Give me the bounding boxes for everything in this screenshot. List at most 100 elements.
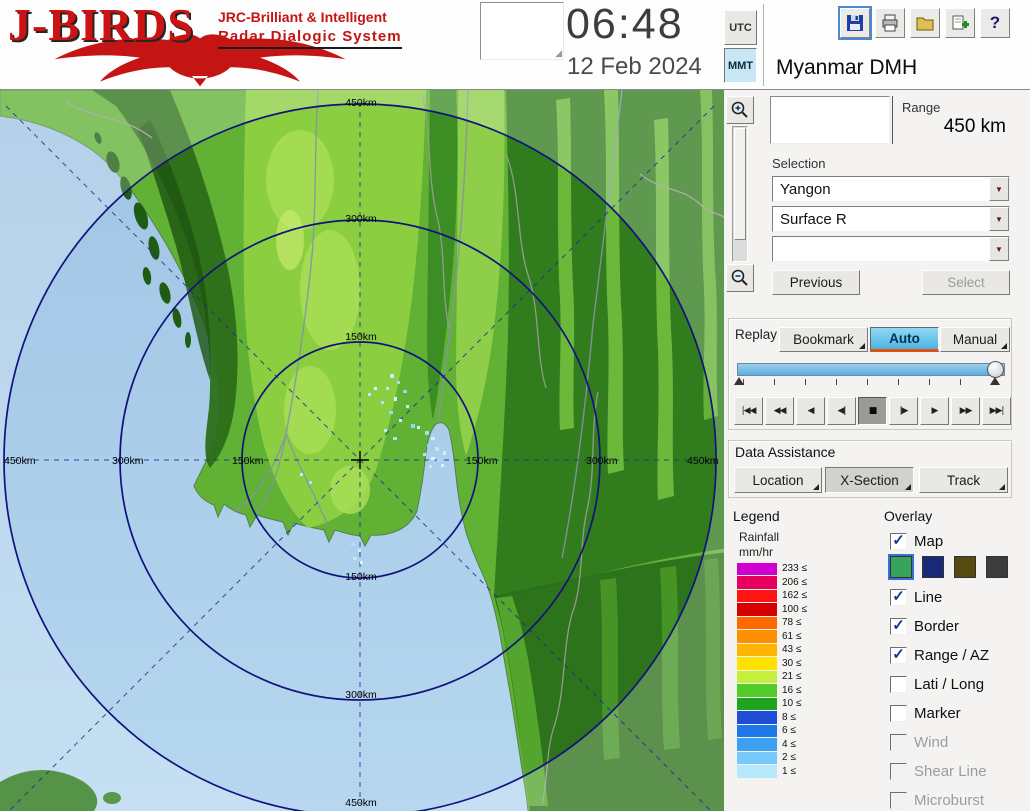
checkbox[interactable]: [890, 676, 907, 693]
range-label: 450km: [4, 455, 36, 467]
open-button[interactable]: [910, 8, 940, 38]
replay-timeline-track[interactable]: [737, 363, 1005, 376]
timeline-tick: [898, 379, 899, 385]
print-icon: [880, 13, 900, 33]
legend-color: [737, 603, 777, 616]
range-value: 450 km: [890, 116, 1006, 138]
zoom-in-icon: [730, 100, 750, 120]
logo-subtitle-2: Radar Dialogic System: [218, 28, 402, 50]
range-label: Range: [902, 100, 940, 115]
timeline-end-marker: [990, 377, 1000, 385]
checkbox[interactable]: [890, 705, 907, 722]
map-color-swatch-4[interactable]: [986, 556, 1008, 578]
overlay-item-map[interactable]: ✓ Map: [890, 530, 943, 552]
site-select[interactable]: Yangon ▼: [772, 176, 1010, 202]
checkbox[interactable]: ✓: [890, 533, 907, 550]
replay-group: Replay Bookmark Auto Manual |◀◀ ◀◀ ◀ ◀| …: [728, 318, 1012, 430]
save-button[interactable]: [840, 8, 870, 38]
legend-title: Legend: [733, 508, 780, 524]
legend-color: [737, 671, 777, 684]
select-button[interactable]: Select: [922, 270, 1010, 295]
help-icon: ?: [990, 13, 1000, 33]
chevron-down-icon[interactable]: ▼: [989, 237, 1009, 261]
zoom-in-button[interactable]: [726, 96, 754, 124]
timeline-tick: [960, 379, 961, 385]
zoom-slider-track[interactable]: [732, 126, 748, 262]
checkbox[interactable]: ✓: [890, 589, 907, 606]
legend-entry: 206 ≤: [737, 576, 807, 590]
map-color-swatch-3[interactable]: [954, 556, 976, 578]
legend-entry: 4 ≤: [737, 738, 807, 752]
product-select[interactable]: Surface R ▼: [772, 206, 1010, 232]
legend-color: [737, 657, 777, 670]
legend-entry: 16 ≤: [737, 684, 807, 698]
media-fast-forward-button[interactable]: ▶▶: [951, 397, 980, 425]
legend-color: [737, 738, 777, 751]
legend-color: [737, 752, 777, 765]
previous-button[interactable]: Previous: [772, 270, 860, 295]
range-label: 150km: [466, 455, 498, 467]
legend-entry: 162 ≤: [737, 589, 807, 603]
legend-entry: 6 ≤: [737, 724, 807, 738]
chevron-down-icon[interactable]: ▼: [989, 177, 1009, 201]
media-step-forward-button[interactable]: |▶: [889, 397, 918, 425]
manual-button[interactable]: Manual: [940, 327, 1010, 352]
selection-label: Selection: [772, 156, 825, 171]
chevron-down-icon[interactable]: ▼: [989, 207, 1009, 231]
legend-color: [737, 765, 777, 778]
station-name: Myanmar DMH: [776, 56, 917, 80]
overlay-item-lati-long[interactable]: Lati / Long: [890, 673, 984, 695]
replay-timeline-thumb[interactable]: [987, 361, 1004, 378]
legend-color: [737, 725, 777, 738]
help-button[interactable]: ?: [980, 8, 1010, 38]
legend-color: [737, 563, 777, 576]
zoom-slider-thumb[interactable]: [734, 128, 746, 240]
option-select[interactable]: ▼: [772, 236, 1010, 262]
x-section-button[interactable]: X-Section: [825, 467, 914, 493]
checkbox[interactable]: ✓: [890, 647, 907, 664]
checkbox: [890, 792, 907, 809]
overlay-item-line[interactable]: ✓ Line: [890, 586, 942, 608]
print-button[interactable]: [875, 8, 905, 38]
map-color-swatch-1[interactable]: [890, 556, 912, 578]
range-label: 150km: [232, 455, 264, 467]
media-step-back-button[interactable]: ◀|: [827, 397, 856, 425]
overlay-item-range-az[interactable]: ✓ Range / AZ: [890, 644, 989, 666]
legend-entry: 2 ≤: [737, 751, 807, 765]
save-icon: [845, 13, 865, 33]
radar-map-area[interactable]: 450km 300km 150km 150km 300km 450km 450k…: [0, 90, 724, 811]
auto-button[interactable]: Auto: [870, 327, 939, 352]
location-button[interactable]: Location: [734, 467, 822, 493]
zoom-out-button[interactable]: [726, 264, 754, 292]
media-skip-start-button[interactable]: |◀◀: [734, 397, 763, 425]
checkbox[interactable]: ✓: [890, 618, 907, 635]
overlay-item-border[interactable]: ✓ Border: [890, 615, 959, 637]
utc-button[interactable]: UTC: [724, 10, 757, 45]
mmt-button[interactable]: MMT: [724, 48, 757, 83]
folder-icon: [915, 13, 935, 33]
timeline-tick: [929, 379, 930, 385]
legend-entry: 8 ≤: [737, 711, 807, 725]
legend-color: [737, 644, 777, 657]
logo-subtitle: JRC-Brilliant & Intelligent Radar Dialog…: [218, 9, 402, 49]
media-stop-button[interactable]: ■: [858, 397, 887, 425]
range-readout-box: [770, 96, 890, 144]
map-color-swatch-2[interactable]: [922, 556, 944, 578]
media-skip-end-button[interactable]: ▶▶|: [982, 397, 1011, 425]
media-play-reverse-button[interactable]: ◀: [796, 397, 825, 425]
control-panel: Range 450 km Selection Yangon ▼ Surface …: [724, 90, 1030, 811]
data-assistance-label: Data Assistance: [735, 444, 835, 460]
legend-unit-2: mm/hr: [739, 545, 773, 559]
legend-color: [737, 684, 777, 697]
media-fast-rewind-button[interactable]: ◀◀: [765, 397, 794, 425]
bookmark-button[interactable]: Bookmark: [779, 327, 868, 352]
export-button[interactable]: [945, 8, 975, 38]
status-readout-box: ◢: [480, 2, 564, 60]
track-button[interactable]: Track: [919, 467, 1008, 493]
overlay-item-marker[interactable]: Marker: [890, 702, 961, 724]
logo-title: J-BIRDS: [8, 0, 194, 51]
overlay-item-wind: Wind: [890, 731, 948, 753]
legend-color: [737, 698, 777, 711]
media-play-button[interactable]: ▶: [920, 397, 949, 425]
overlay-title: Overlay: [884, 508, 932, 524]
